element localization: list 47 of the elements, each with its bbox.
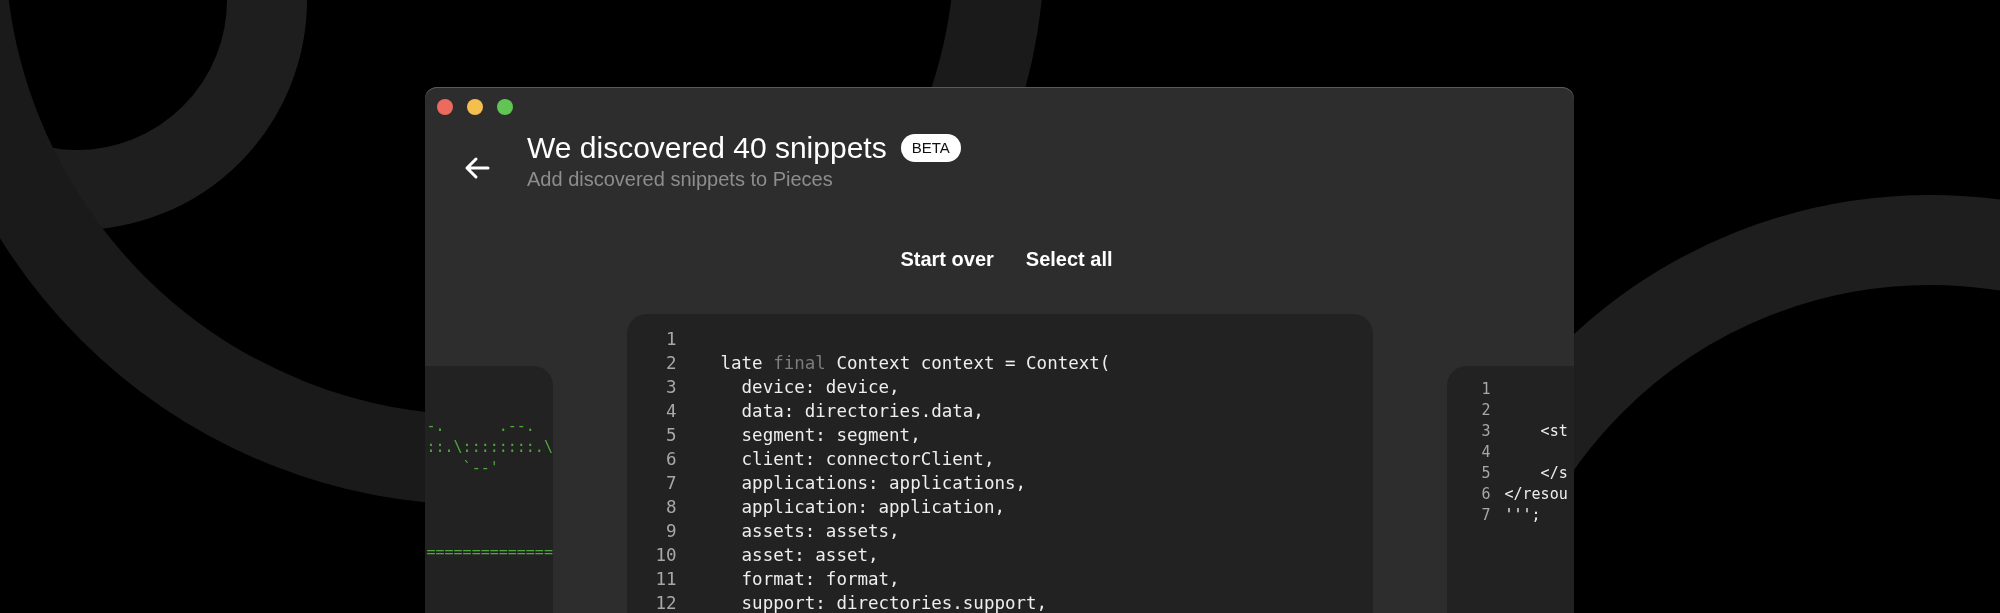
- line-number: 4: [1480, 442, 1491, 461]
- code-line: late final Context context = Context(: [720, 353, 1111, 373]
- code-line: client: connectorClient,: [740, 449, 995, 469]
- line-number: 6: [664, 449, 677, 469]
- code-line: ''';: [1504, 505, 1541, 524]
- close-icon[interactable]: [437, 99, 453, 115]
- line-number: 2: [664, 353, 677, 373]
- line-number: 1: [1480, 379, 1491, 398]
- snippet-card[interactable]: 1 2 3 <st 4 5 </s 6 </resou 7 ''';: [1446, 366, 1574, 613]
- line-number: 10: [654, 545, 677, 565]
- line-number: 8: [664, 497, 677, 517]
- back-button[interactable]: [463, 155, 491, 181]
- line-number: 3: [1480, 421, 1491, 440]
- line-number: 5: [1480, 463, 1491, 482]
- line-number: 7: [1480, 505, 1491, 524]
- code-line: application: application,: [740, 497, 1005, 517]
- minimize-icon[interactable]: [467, 99, 483, 115]
- code-line: device: device,: [740, 377, 900, 397]
- line-number: 9: [664, 521, 677, 541]
- page-subtitle: Add discovered snippets to Pieces: [527, 167, 834, 191]
- line-number: 6: [1480, 484, 1491, 503]
- line-number: 11: [654, 569, 677, 589]
- line-number: 12: [654, 593, 677, 613]
- maximize-icon[interactable]: [497, 99, 513, 115]
- code-line: <st: [1539, 421, 1568, 440]
- action-button[interactable]: Start over: [900, 244, 994, 275]
- code-line: asset: asset,: [740, 545, 879, 565]
- back-arrow-icon: [464, 156, 490, 180]
- code-line: </s: [1539, 463, 1568, 482]
- code-line: data: directories.data,: [740, 401, 984, 421]
- action-button[interactable]: Select all: [1025, 244, 1113, 275]
- line-number: 4: [664, 401, 677, 421]
- line-number: 1: [664, 329, 677, 349]
- code-line: format: format,: [740, 569, 900, 589]
- code-line: segment: segment,: [740, 425, 921, 445]
- code-line: </resou: [1504, 484, 1568, 503]
- beta-badge: BETA: [900, 134, 961, 162]
- code-line: applications: applications,: [740, 473, 1027, 493]
- code-line: support: directories.support,: [740, 593, 1048, 613]
- ascii-art: -. .--. ::.\::::::::.\ `--' ==============: [426, 416, 553, 563]
- line-number: 5: [664, 425, 677, 445]
- page-title: We discovered 40 snippets: [527, 130, 887, 166]
- line-number: 2: [1480, 400, 1491, 419]
- code-line: assets: assets,: [740, 521, 900, 541]
- line-number: 3: [664, 377, 677, 397]
- snippet-card[interactable]: -. .--. ::.\::::::::.\ `--' ==============: [425, 366, 553, 613]
- line-number: 7: [664, 473, 677, 493]
